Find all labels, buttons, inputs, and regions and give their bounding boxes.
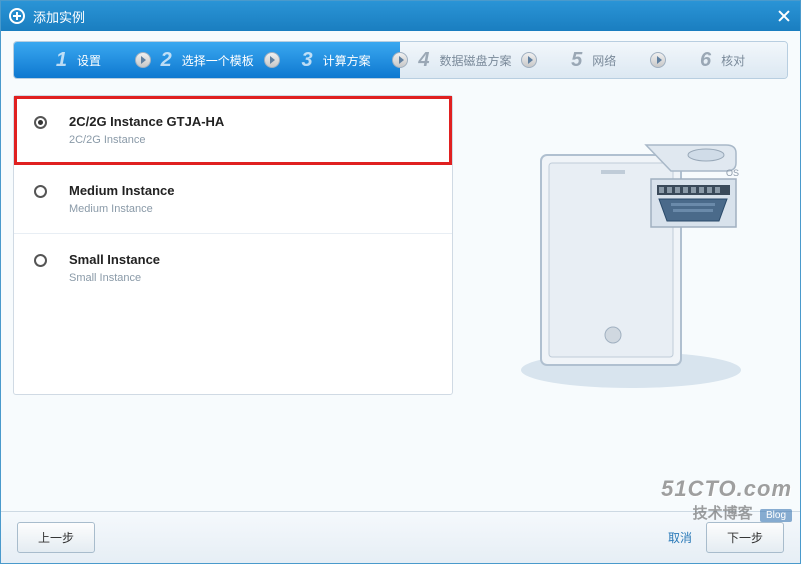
step-network[interactable]: 5 网络 — [529, 42, 658, 78]
step-compute[interactable]: 3 计算方案 — [272, 42, 401, 78]
radio-icon[interactable] — [34, 254, 47, 267]
wizard-steps: 1 设置 2 选择一个模板 3 计算方案 4 数据磁盘方案 5 网络 6 核对 — [13, 41, 788, 79]
step-label: 核对 — [721, 52, 745, 69]
option-title: 2C/2G Instance GTJA-HA — [69, 114, 224, 129]
next-button[interactable]: 下一步 — [706, 522, 784, 553]
step-label: 计算方案 — [323, 52, 371, 69]
option-subtitle: Medium Instance — [69, 203, 174, 215]
compute-options-list: 2C/2G Instance GTJA-HA 2C/2G Instance Me… — [13, 95, 453, 395]
footer-right: 取消 下一步 — [668, 522, 784, 553]
step-review[interactable]: 6 核对 — [658, 42, 787, 78]
svg-text:OS: OS — [726, 168, 739, 178]
radio-icon[interactable] — [34, 185, 47, 198]
cancel-link[interactable]: 取消 — [668, 529, 692, 546]
step-number: 2 — [161, 49, 172, 72]
close-icon[interactable] — [776, 8, 792, 24]
step-settings[interactable]: 1 设置 — [14, 42, 143, 78]
prev-button[interactable]: 上一步 — [17, 522, 95, 553]
option-title: Medium Instance — [69, 183, 174, 198]
step-label: 网络 — [592, 52, 616, 69]
dialog-title: 添加实例 — [33, 7, 85, 26]
option-text: 2C/2G Instance GTJA-HA 2C/2G Instance — [69, 114, 224, 146]
step-label: 设置 — [77, 52, 101, 69]
option-2c2g[interactable]: 2C/2G Instance GTJA-HA 2C/2G Instance — [14, 96, 452, 165]
watermark-line1: 51CTO.com — [661, 476, 792, 502]
option-subtitle: Small Instance — [69, 272, 160, 284]
option-subtitle: 2C/2G Instance — [69, 134, 224, 146]
plus-icon — [9, 8, 25, 24]
step-label: 数据磁盘方案 — [439, 52, 511, 69]
step-number: 6 — [700, 49, 711, 72]
add-instance-dialog: 添加实例 1 设置 2 选择一个模板 3 计算方案 4 数据磁盘方案 5 网络 — [0, 0, 801, 564]
step-number: 5 — [571, 49, 582, 72]
chevron-right-icon — [392, 52, 408, 68]
step-number: 4 — [418, 49, 429, 72]
step-disk[interactable]: 4 数据磁盘方案 — [400, 42, 529, 78]
chevron-right-icon — [264, 52, 280, 68]
dialog-footer: 上一步 取消 下一步 — [1, 511, 800, 563]
chevron-right-icon — [135, 52, 151, 68]
content-area: 2C/2G Instance GTJA-HA 2C/2G Instance Me… — [13, 95, 788, 395]
option-text: Small Instance Small Instance — [69, 252, 160, 284]
step-label: 选择一个模板 — [182, 52, 254, 69]
option-text: Medium Instance Medium Instance — [69, 183, 174, 215]
step-number: 1 — [56, 49, 67, 72]
computer-illustration: OS — [473, 95, 788, 395]
chevron-right-icon — [650, 52, 666, 68]
chevron-right-icon — [521, 52, 537, 68]
option-medium[interactable]: Medium Instance Medium Instance — [14, 165, 452, 234]
option-small[interactable]: Small Instance Small Instance — [14, 234, 452, 302]
option-title: Small Instance — [69, 252, 160, 267]
step-number: 3 — [302, 49, 313, 72]
titlebar: 添加实例 — [1, 1, 800, 31]
step-template[interactable]: 2 选择一个模板 — [143, 42, 272, 78]
computer-icon: OS — [501, 115, 761, 395]
radio-icon[interactable] — [34, 116, 47, 129]
